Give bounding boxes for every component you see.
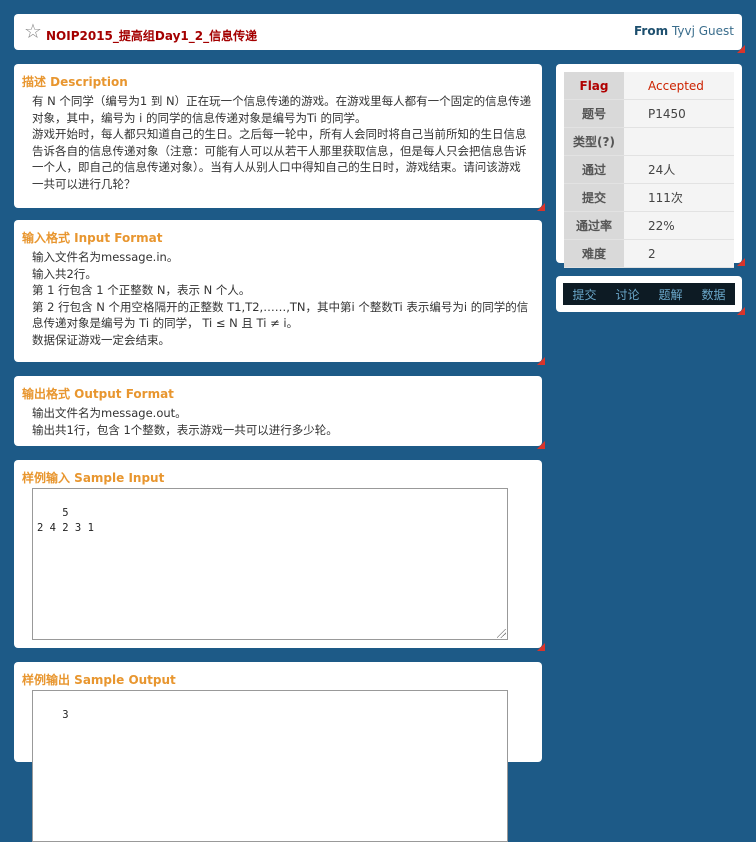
- sample-input-content: 5 2 4 2 3 1: [37, 507, 94, 534]
- sample-input-title: 样例输入 Sample Input: [22, 471, 165, 485]
- stats-row-type: 类型(?): [564, 127, 734, 156]
- problem-header: ☆ NOIP2015_提高组Day1_2_信息传递 From Tyvj Gues…: [14, 14, 745, 53]
- sample-input-section: 样例输入 Sample Input 5 2 4 2 3 1: [14, 460, 545, 651]
- stats-key: 难度: [564, 239, 624, 268]
- corner-decoration: [537, 441, 545, 449]
- problem-actions-panel: 提交 讨论 题解 数据: [556, 276, 745, 315]
- stats-key-type-link[interactable]: 类型(?): [564, 127, 624, 156]
- output-format-body: 输出文件名为message.out。 输出共1行，包含 1个整数，表示游戏一共可…: [32, 405, 532, 438]
- input-format-title: 输入格式 Input Format: [22, 231, 163, 245]
- output-format-title: 输出格式 Output Format: [22, 387, 174, 401]
- stats-value: P1450: [624, 99, 734, 128]
- description-body: 有 N 个同学（编号为1 到 N）正在玩一个信息传递的游戏。在游戏里每人都有一个…: [32, 93, 532, 192]
- problem-title: NOIP2015_提高组Day1_2_信息传递: [46, 29, 258, 43]
- corner-decoration: [737, 258, 745, 266]
- sample-output-section: 样例输出 Sample Output 3: [14, 662, 542, 842]
- stats-key: 通过: [564, 155, 624, 184]
- discuss-link[interactable]: 讨论: [615, 286, 639, 303]
- description-section: 描述 Description 有 N 个同学（编号为1 到 N）正在玩一个信息传…: [14, 64, 545, 211]
- actions-bar: 提交 讨论 题解 数据: [563, 283, 735, 305]
- output-format-line: 输出文件名为message.out。: [32, 406, 187, 420]
- stats-key: 通过率: [564, 211, 624, 240]
- input-format-section: 输入格式 Input Format 输入文件名为message.in。 输入共2…: [14, 220, 545, 365]
- output-format-section: 输出格式 Output Format 输出文件名为message.out。 输出…: [14, 376, 545, 449]
- corner-decoration: [537, 203, 545, 211]
- output-format-line: 输出共1行，包含 1个整数，表示游戏一共可以进行多少轮。: [32, 422, 338, 437]
- corner-decoration: [737, 307, 745, 315]
- input-format-line: 输入文件名为message.in。: [32, 250, 179, 264]
- stats-value: 24人: [624, 155, 734, 184]
- stats-value: 22%: [624, 211, 734, 240]
- sample-input-textarea[interactable]: 5 2 4 2 3 1: [32, 488, 508, 640]
- input-format-body: 输入文件名为message.in。 输入共2行。 第 1 行包含 1 个正整数 …: [32, 249, 532, 348]
- corner-decoration: [737, 45, 745, 53]
- input-format-line: 数据保证游戏一定会结束。: [32, 332, 170, 347]
- stats-row-passed: 通过 24人: [564, 155, 734, 184]
- input-format-line: 输入共2行。: [32, 266, 97, 281]
- stats-table: Flag Accepted 题号 P1450 类型(?) 通过 24人 提交 1…: [564, 72, 734, 268]
- solution-link[interactable]: 题解: [658, 286, 682, 303]
- stats-value: Accepted: [624, 72, 734, 100]
- submit-link[interactable]: 提交: [572, 286, 596, 303]
- stats-row-pass-rate: 通过率 22%: [564, 211, 734, 240]
- stats-key: 题号: [564, 99, 624, 128]
- stats-row-difficulty: 难度 2: [564, 239, 734, 268]
- description-line: 游戏开始时，每人都只知道自己的生日。之后每一轮中，所有人会同时将自己当前所知的生…: [32, 127, 527, 191]
- corner-decoration: [537, 643, 545, 651]
- stats-value: 2: [624, 239, 734, 268]
- sample-output-title: 样例输出 Sample Output: [22, 673, 176, 687]
- resize-grip-icon[interactable]: [497, 629, 506, 638]
- favorite-star-icon[interactable]: ☆: [24, 20, 42, 42]
- description-line: 有 N 个同学（编号为1 到 N）正在玩一个信息传递的游戏。在游戏里每人都有一个…: [32, 94, 532, 125]
- sample-output-textarea[interactable]: 3: [32, 690, 508, 842]
- data-link[interactable]: 数据: [701, 286, 725, 303]
- description-title: 描述 Description: [22, 75, 128, 89]
- stats-value: [624, 127, 734, 156]
- stats-row-flag: Flag Accepted: [564, 72, 734, 100]
- from-label: From: [634, 24, 669, 38]
- corner-decoration: [537, 357, 545, 365]
- problem-source: From Tyvj Guest: [634, 24, 734, 38]
- from-user-link[interactable]: Tyvj Guest: [672, 24, 734, 38]
- problem-stats-panel: Flag Accepted 题号 P1450 类型(?) 通过 24人 提交 1…: [556, 64, 745, 268]
- stats-row-id: 题号 P1450: [564, 99, 734, 128]
- input-format-line: 第 1 行包含 1 个正整数 N，表示 N 个人。: [32, 283, 251, 297]
- stats-row-submitted: 提交 111次: [564, 183, 734, 212]
- stats-key: Flag: [564, 72, 624, 100]
- sample-output-content: 3: [62, 709, 69, 721]
- input-format-line: 第 2 行包含 N 个用空格隔开的正整数 T1,T2,……,TN，其中第i 个整…: [32, 299, 529, 331]
- stats-value: 111次: [624, 183, 734, 212]
- stats-key: 提交: [564, 183, 624, 212]
